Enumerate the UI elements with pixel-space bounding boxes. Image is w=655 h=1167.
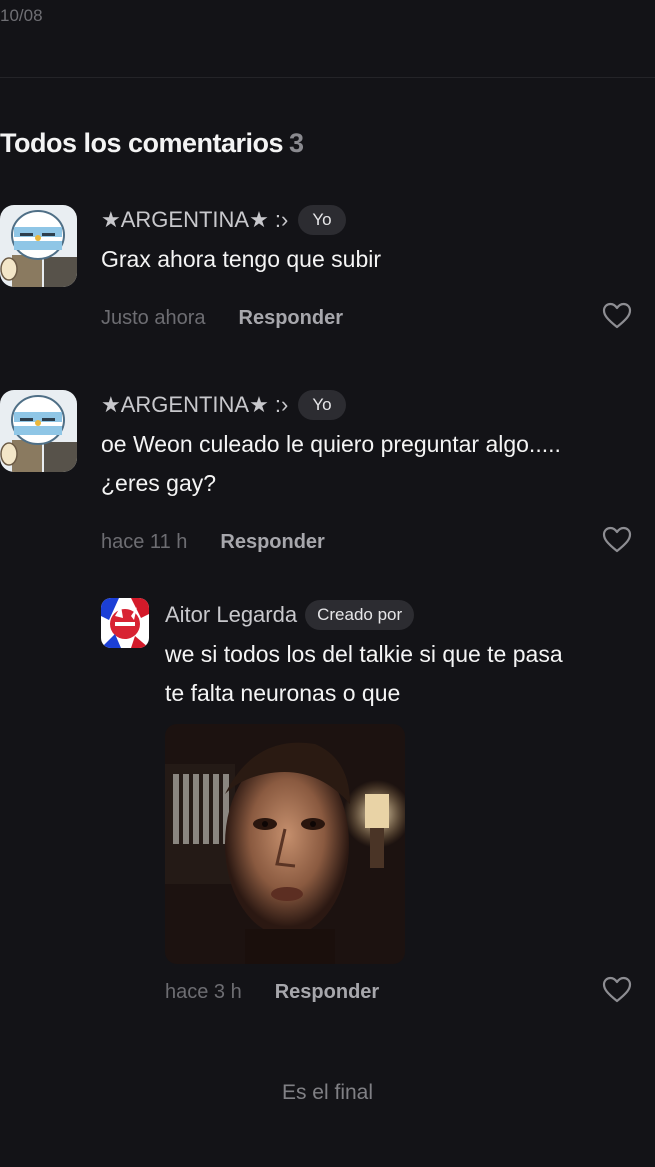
author-badge: Yo xyxy=(298,205,346,235)
attached-image[interactable] xyxy=(165,724,405,964)
end-of-list-label: Es el final xyxy=(281,1081,374,1104)
comment-meta: Justo ahora Responder xyxy=(101,307,343,330)
divider xyxy=(0,77,655,78)
creator-badge: Creado por xyxy=(305,600,415,630)
reply-button[interactable]: Responder xyxy=(275,981,379,1004)
heart-icon[interactable] xyxy=(602,976,632,1004)
comment-time: hace 11 h xyxy=(101,531,188,553)
comment-meta: hace 11 h Responder xyxy=(101,531,325,554)
comment-author[interactable]: ★ARGENTINA★ :› xyxy=(101,207,288,233)
comment-text-line: Grax ahora tengo que subir xyxy=(101,246,382,272)
comment-author[interactable]: ★ARGENTINA★ :› xyxy=(101,392,288,418)
comment-time: Justo ahora xyxy=(101,307,206,329)
avatar[interactable] xyxy=(0,390,77,472)
post-date: 10/08 xyxy=(0,6,43,25)
comment-text: we si todos los del talkie si que te pas… xyxy=(165,635,563,713)
comments-count: 3 xyxy=(289,128,304,158)
comment-text: oe Weon culeado le quiero preguntar algo… xyxy=(101,425,561,503)
comment-header: Aitor Legarda Creado por xyxy=(165,600,415,630)
reply-button[interactable]: Responder xyxy=(220,531,324,554)
comment-meta: hace 3 h Responder xyxy=(165,981,379,1004)
reply-button[interactable]: Responder xyxy=(239,307,343,330)
heart-icon[interactable] xyxy=(602,526,632,554)
comments-section-title: Todos los comentarios 3 xyxy=(0,128,304,159)
comment-text-line: te falta neuronas o que xyxy=(165,680,401,706)
avatar[interactable] xyxy=(0,205,77,287)
author-badge: Yo xyxy=(298,390,346,420)
comment-text-line: we si todos los del talkie si que te pas… xyxy=(165,641,563,667)
comments-page: 10/08 Todos los comentarios 3 ★ARGENTINA★… xyxy=(0,0,655,1167)
comment-time: hace 3 h xyxy=(165,981,242,1003)
avatar[interactable] xyxy=(101,598,149,648)
comment-text-line: ¿eres gay? xyxy=(101,470,217,496)
comment-author[interactable]: Aitor Legarda xyxy=(165,602,297,628)
comment-text-line: oe Weon culeado le quiero preguntar algo… xyxy=(101,431,561,457)
comment-header: ★ARGENTINA★ :› Yo xyxy=(101,205,346,235)
comment-header: ★ARGENTINA★ :› Yo xyxy=(101,390,346,420)
heart-icon[interactable] xyxy=(602,302,632,330)
comment-text: Grax ahora tengo que subir xyxy=(101,240,381,279)
comments-title-label: Todos los comentarios xyxy=(0,128,284,158)
